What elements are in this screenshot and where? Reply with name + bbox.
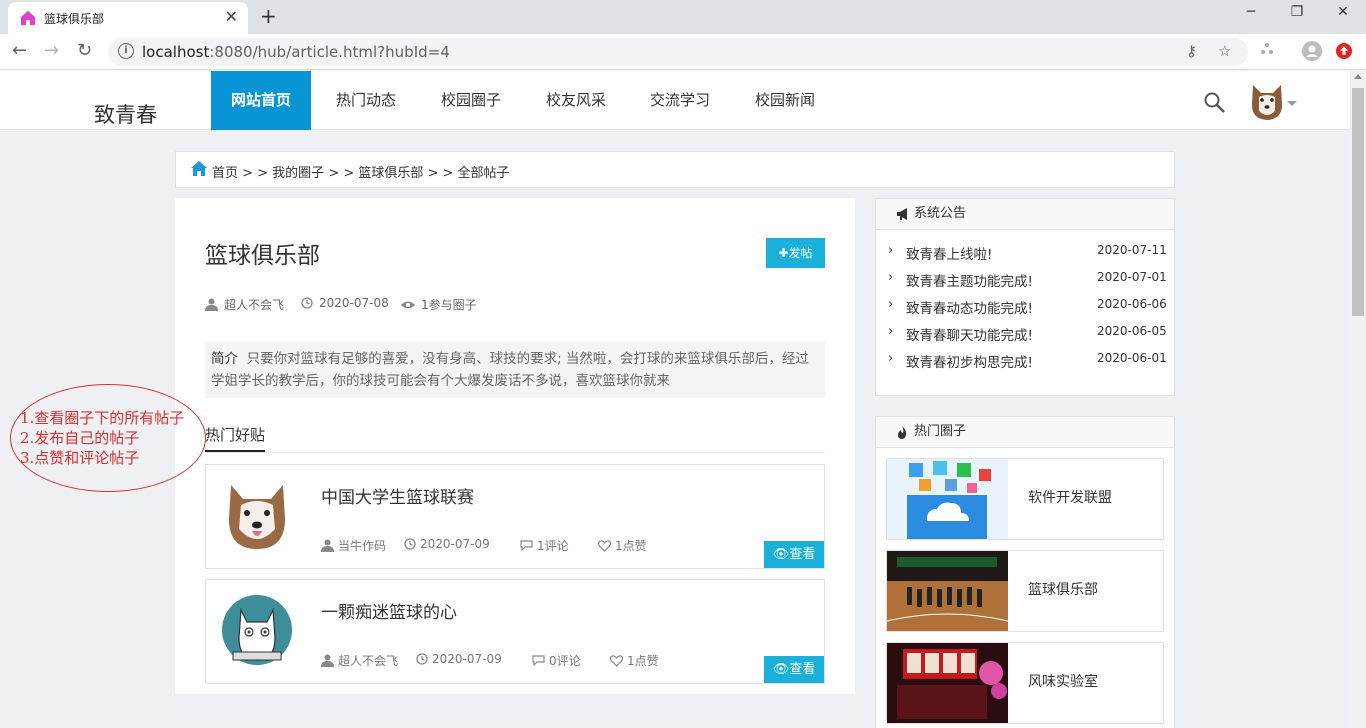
- post-likes[interactable]: 1点赞: [598, 537, 647, 554]
- nav-alumni[interactable]: 校友风采: [528, 71, 624, 130]
- chevron-down-icon[interactable]: [1287, 101, 1297, 106]
- address-bar[interactable]: i localhost:8080/hub/article.html?hubId=…: [108, 38, 1248, 66]
- back-icon[interactable]: ←: [12, 40, 27, 61]
- post-likes[interactable]: 1点赞: [610, 652, 659, 669]
- active-tab-underline: [205, 450, 265, 452]
- system-notice-panel: 系统公告 › 致青春上线啦! 2020-07-11 › 致青春主题功能完成! 2…: [875, 198, 1175, 396]
- tab-title: 篮球俱乐部: [44, 12, 105, 26]
- site-logo[interactable]: 致青春: [94, 99, 157, 129]
- chevron-right-icon: ›: [888, 324, 894, 339]
- reload-icon[interactable]: ↻: [77, 40, 92, 61]
- house-favicon-icon: [21, 11, 35, 25]
- post-title[interactable]: 中国大学生篮球联赛: [321, 483, 474, 508]
- post-item[interactable]: 一颗痴迷篮球的心 超人不会飞 2020-07-09 0评论 1点赞 👁查看: [205, 579, 825, 684]
- club-card-food-lab[interactable]: 风味实验室: [886, 642, 1164, 724]
- comment-icon: [532, 655, 545, 666]
- breadcrumb-text[interactable]: 首页 > > 我的圈子 > > 篮球俱乐部 > > 全部帖子: [212, 162, 510, 181]
- club-card-software[interactable]: 软件开发联盟: [886, 458, 1164, 540]
- heart-icon: [610, 654, 623, 667]
- scroll-up-icon[interactable]: [1354, 74, 1362, 79]
- notice-item[interactable]: › 致青春动态功能完成! 2020-06-06: [876, 295, 1176, 322]
- chevron-right-icon: ›: [888, 270, 894, 285]
- user-icon: [321, 654, 334, 667]
- post-title[interactable]: 一颗痴迷篮球的心: [321, 598, 457, 623]
- minimize-icon[interactable]: ─: [1236, 4, 1266, 20]
- user-icon: [205, 298, 218, 311]
- info-icon[interactable]: i: [118, 43, 134, 59]
- post-item[interactable]: 中国大学生篮球联赛 当牛作码 2020-07-09 1评论 1点赞 👁查看: [205, 464, 825, 569]
- tab-close-icon[interactable]: ✕: [225, 7, 238, 26]
- site-header: 致青春 网站首页 热门动态 校园圈子 校友风采 交流学习 校园新闻: [0, 71, 1350, 130]
- club-members: 1参与圈子: [401, 296, 477, 313]
- post-date: 2020-07-09: [404, 537, 490, 551]
- husky-avatar: [229, 485, 285, 549]
- divider: [205, 452, 825, 453]
- clock-icon: [301, 297, 313, 309]
- update-icon[interactable]: [1336, 43, 1352, 59]
- nav-campus-news[interactable]: 校园新闻: [737, 71, 833, 130]
- post-comments[interactable]: 1评论: [520, 537, 569, 554]
- panel-header: 系统公告: [876, 199, 1174, 230]
- megaphone-icon: [897, 208, 907, 220]
- browser-tabbar: 篮球俱乐部 ✕ + ─ ❐ ✕: [0, 0, 1366, 34]
- annotation-text: 1.查看圈子下的所有帖子 2.发布自己的帖子 3.点赞和评论帖子: [20, 409, 185, 467]
- notice-item[interactable]: › 致青春初步构思完成! 2020-06-01: [876, 349, 1176, 376]
- window-close-icon[interactable]: ✕: [1328, 4, 1358, 20]
- search-icon[interactable]: [1204, 92, 1226, 114]
- browser-toolbar: ← → ↻ i localhost:8080/hub/article.html?…: [0, 34, 1366, 70]
- notice-item[interactable]: › 致青春主题功能完成! 2020-07-01: [876, 268, 1176, 295]
- club-intro: 简介 只要你对篮球有足够的喜爱，没有身高、球技的要求; 当然啦，会打球的来篮球俱…: [205, 342, 825, 398]
- chevron-right-icon: ›: [888, 243, 894, 258]
- breadcrumb: 首页 > > 我的圈子 > > 篮球俱乐部 > > 全部帖子: [175, 151, 1175, 188]
- user-icon: [321, 539, 334, 552]
- extension-icon[interactable]: [1260, 42, 1274, 56]
- fire-icon: [898, 426, 907, 439]
- clock-icon: [404, 538, 416, 550]
- chevron-right-icon: ›: [888, 297, 894, 312]
- clock-icon: [416, 653, 428, 665]
- url-text: localhost:8080/hub/article.html?hubId=4: [142, 43, 450, 61]
- post-date: 2020-07-09: [416, 652, 502, 666]
- hot-clubs-panel: 热门圈子 软件开发联盟 篮球俱乐部 风味实验室: [875, 416, 1175, 728]
- panel-header: 热门圈子: [876, 417, 1174, 448]
- forward-icon[interactable]: →: [44, 40, 59, 61]
- profile-icon[interactable]: [1302, 41, 1322, 61]
- eye-icon: [401, 301, 415, 308]
- heart-icon: [598, 539, 611, 552]
- comment-icon: [520, 540, 533, 551]
- scrollbar-thumb[interactable]: [1352, 88, 1364, 316]
- key-icon[interactable]: ⚷: [1186, 42, 1197, 60]
- star-icon[interactable]: ☆: [1218, 42, 1231, 60]
- food-street-image: [887, 643, 1008, 723]
- nav-campus-circles[interactable]: 校园圈子: [423, 71, 519, 130]
- cat-avatar: [222, 595, 292, 665]
- tab-hot-posts[interactable]: 热门好贴: [205, 424, 265, 445]
- post-author: 当牛作码: [321, 537, 386, 554]
- post-comments[interactable]: 0评论: [532, 652, 581, 669]
- club-card-basketball[interactable]: 篮球俱乐部: [886, 550, 1164, 632]
- user-avatar[interactable]: [1249, 83, 1285, 121]
- club-author: 超人不会飞: [205, 296, 284, 313]
- browser-tab[interactable]: 篮球俱乐部 ✕: [8, 2, 248, 34]
- page-title: 篮球俱乐部: [205, 243, 320, 269]
- view-post-button[interactable]: 👁查看: [764, 656, 824, 683]
- home-icon[interactable]: [191, 161, 207, 176]
- view-post-button[interactable]: 👁查看: [764, 541, 824, 568]
- notice-item[interactable]: › 致青春聊天功能完成! 2020-06-05: [876, 322, 1176, 349]
- club-main-card: 篮球俱乐部 ✚发帖 超人不会飞 2020-07-08 1参与圈子 简介 只要你对…: [175, 198, 855, 694]
- new-tab-icon[interactable]: +: [260, 4, 277, 28]
- post-author: 超人不会飞: [321, 652, 398, 669]
- chevron-right-icon: ›: [888, 351, 894, 366]
- nav-home[interactable]: 网站首页: [211, 71, 311, 130]
- restore-icon[interactable]: ❐: [1282, 4, 1312, 20]
- new-post-button[interactable]: ✚发帖: [766, 238, 825, 268]
- club-date: 2020-07-08: [301, 296, 389, 310]
- nav-study[interactable]: 交流学习: [632, 71, 728, 130]
- nav-hot-news[interactable]: 热门动态: [318, 71, 414, 130]
- notice-item[interactable]: › 致青春上线啦! 2020-07-11: [876, 241, 1176, 268]
- basketball-court-image: [887, 551, 1008, 631]
- cloud-apps-image: [887, 459, 1008, 539]
